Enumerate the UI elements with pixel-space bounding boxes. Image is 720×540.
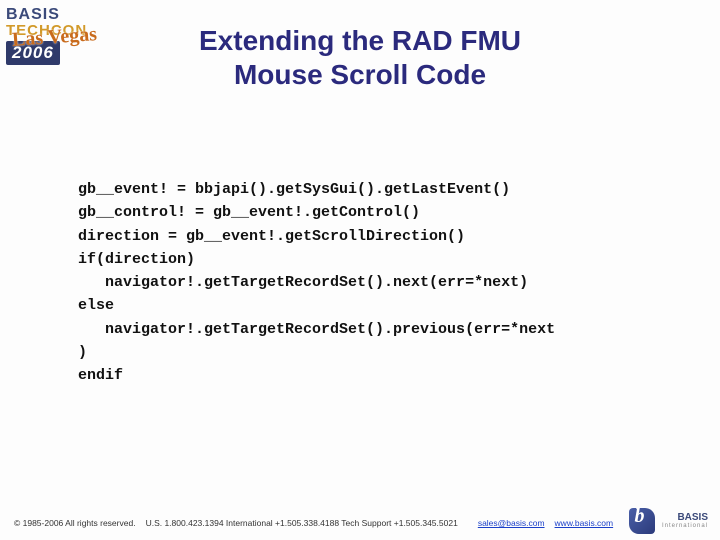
code-line: gb__event! = bbjapi().getSysGui().getLas… bbox=[78, 181, 510, 198]
title-line-1: Extending the RAD FMU bbox=[199, 25, 521, 56]
title-line-2: Mouse Scroll Code bbox=[234, 59, 486, 90]
company-logo-text: BASIS bbox=[677, 512, 708, 523]
contact-phones: U.S. 1.800.423.1394 International +1.505… bbox=[146, 518, 458, 528]
sales-email-link[interactable]: sales@basis.com bbox=[478, 518, 545, 528]
logo-vegas: Las Vegas bbox=[11, 23, 97, 52]
code-line: navigator!.getTargetRecordSet().previous… bbox=[78, 321, 555, 338]
company-logo-sub: International bbox=[662, 523, 708, 529]
code-line: endif bbox=[78, 367, 123, 384]
b-mark-icon bbox=[629, 508, 655, 534]
slide-title: Extending the RAD FMU Mouse Scroll Code bbox=[60, 0, 660, 91]
website-link[interactable]: www.basis.com bbox=[555, 518, 614, 528]
company-logo-label: BASIS International bbox=[662, 513, 708, 529]
code-line: ) bbox=[78, 344, 87, 361]
copyright-text: © 1985-2006 All rights reserved. bbox=[14, 518, 136, 528]
code-line: direction = gb__event!.getScrollDirectio… bbox=[78, 228, 465, 245]
code-block: gb__event! = bbjapi().getSysGui().getLas… bbox=[78, 178, 670, 387]
footer: © 1985-2006 All rights reserved. U.S. 1.… bbox=[14, 518, 706, 528]
slide: BASIS TECHCON Las Vegas 2006 Extending t… bbox=[0, 0, 720, 540]
code-line: if(direction) bbox=[78, 251, 195, 268]
code-line: gb__control! = gb__event!.getControl() bbox=[78, 204, 420, 221]
company-logo: BASIS International bbox=[629, 508, 708, 534]
code-line: else bbox=[78, 297, 114, 314]
event-logo: BASIS TECHCON Las Vegas 2006 bbox=[6, 6, 116, 84]
code-line: navigator!.getTargetRecordSet().next(err… bbox=[78, 274, 528, 291]
